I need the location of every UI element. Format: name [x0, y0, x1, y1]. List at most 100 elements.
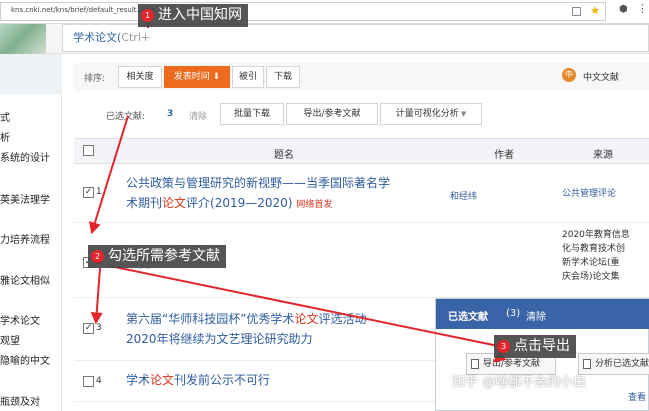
title-part: 第六届“华师科技园杯”优秀学术 — [126, 312, 295, 326]
source-link[interactable]: 2020年教育信息 化与教育技术创 新学术论坛(重 庆会场)论文集 — [562, 228, 648, 284]
reader-icon[interactable] — [572, 7, 581, 16]
title-part: 刊发前公示不可行 — [174, 373, 271, 387]
title-keyword: 论文 — [294, 312, 319, 326]
sidebar-item[interactable]: 析 — [0, 129, 10, 144]
extension-icon[interactable]: ⬢ — [619, 4, 628, 15]
source-line: 2020年教育信息 — [562, 230, 630, 240]
document-icon — [583, 359, 591, 369]
select-all-checkbox[interactable] — [83, 145, 94, 156]
sidebar-item[interactable]: 力培养流程 — [0, 231, 50, 246]
sidebar-item[interactable]: 式 — [0, 109, 10, 124]
header-photo — [0, 24, 46, 54]
url-field[interactable]: kns.cnki.net/kns/brief/default_result.as… — [0, 2, 606, 21]
popup-analyze-label: 分析已选文献 — [595, 359, 649, 369]
visual-analysis-label: 计量可视化分析 — [395, 109, 459, 119]
title-part: 评介(2019—2020) — [186, 196, 293, 210]
language-icon[interactable]: 中 — [562, 68, 576, 82]
callout-step-2: 2 勾选所需参考文献 — [88, 245, 226, 268]
sidebar-item[interactable]: 雅论文相似 — [0, 272, 50, 287]
callout-text: 点击导出 — [514, 338, 570, 354]
column-header-author[interactable]: 作者 — [494, 146, 514, 161]
popup-header: 已选文献 (3) 清除 — [436, 299, 649, 329]
callout-step-1: 1 进入中国知网 — [138, 4, 248, 27]
table-header: 题名 作者 来源 — [74, 138, 649, 164]
star-icon[interactable]: ★ — [590, 4, 600, 17]
row-number: 3 — [96, 323, 102, 333]
selected-label: 已选文献: — [106, 112, 146, 122]
watermark: 知乎 @啥都不会的小白 — [452, 375, 587, 390]
more-icon[interactable]: ⋮ — [637, 2, 648, 15]
sidebar-item[interactable]: 英美法理学 — [0, 191, 50, 206]
search-query-suffix: Ctrl+ — [121, 31, 151, 44]
row-checkbox[interactable]: ✓ — [83, 323, 94, 334]
popup-export-label: 导出/参考文献 — [483, 359, 541, 369]
title-line: 学术论文刊发前公示不可行 — [126, 370, 446, 390]
sidebar-item[interactable]: 学术论文 — [0, 312, 40, 327]
sidebar-item[interactable]: 隐喻的中文 — [0, 352, 50, 367]
row-checkbox[interactable]: ✓ — [83, 187, 94, 198]
selection-toolbar: 已选文献: 3 清除 批量下载 导出/参考文献 计量可视化分析 ▼ — [74, 101, 649, 127]
result-title-link[interactable]: 第六届“华师科技园杯”优秀学术论文评选活动 2020年将继续为文艺理论研究助力 — [126, 309, 446, 349]
source-line: 化与教育技术创 — [562, 244, 626, 254]
selected-count: 3 — [167, 109, 174, 119]
row-number: 1 — [96, 187, 102, 197]
search-query: 学术论文( — [73, 31, 122, 44]
title-part: 术期刊 — [126, 196, 163, 210]
source-link[interactable]: 公共管理评论 — [562, 187, 648, 201]
chevron-down-icon: ▼ — [458, 110, 467, 118]
visual-analysis-button[interactable]: 计量可视化分析 ▼ — [380, 103, 482, 125]
callout-text: 勾选所需参考文献 — [108, 248, 220, 264]
language-filter[interactable]: 中文文献 — [583, 70, 619, 83]
title-line: 公共政策与管理研究的新视野——当季国际著名学 — [126, 173, 446, 193]
callout-number: 3 — [497, 340, 510, 353]
callout-text: 进入中国知网 — [158, 7, 242, 23]
title-part: 学术 — [126, 373, 151, 387]
author-link[interactable]: 和经纬 — [450, 189, 477, 202]
row-checkbox[interactable] — [83, 376, 94, 387]
title-part: 评选活动 — [318, 312, 367, 326]
sort-cited-button[interactable]: 被引 — [232, 66, 264, 88]
batch-download-button[interactable]: 批量下载 — [220, 103, 284, 125]
sort-date-button[interactable]: 发表时间 ⬇ — [164, 66, 230, 88]
export-reference-button[interactable]: 导出/参考文献 — [286, 103, 378, 125]
sidebar-item[interactable]: 瓶颈及对 — [0, 393, 40, 408]
url-text: kns.cnki.net/kns/brief/default_result.as… — [11, 6, 156, 14]
sidebar-item[interactable]: 观望 — [0, 332, 20, 347]
left-sidebar: 式 析 系统的设计 英美法理学 力培养流程 雅论文相似 学术论文 观望 隐喻的中… — [0, 54, 62, 411]
online-first-tag: 网络首发 — [296, 200, 333, 210]
table-row: ✓ 1 公共政策与管理研究的新视野——当季国际著名学 术期刊论文评介(2019—… — [74, 165, 649, 223]
browser-toolbar: kns.cnki.net/kns/brief/default_result.as… — [0, 0, 649, 24]
popup-clear-link[interactable]: 清除 — [526, 308, 546, 323]
sort-bar: 排序: 相关度 发表时间 ⬇ 被引 下载 中 中文文献 — [74, 63, 649, 91]
callout-number: 2 — [91, 250, 104, 263]
sort-download-button[interactable]: 下载 — [266, 66, 300, 88]
search-box-text: 学术论文(Ctrl+ — [73, 29, 150, 45]
callout-step-3: 3 点击导出 — [494, 335, 576, 358]
sort-label: 排序: — [84, 74, 106, 84]
title-line: 术期刊论文评介(2019—2020) 网络首发 — [126, 193, 446, 215]
title-keyword: 论文 — [150, 373, 175, 387]
result-title-link[interactable]: 公共政策与管理研究的新视野——当季国际著名学 术期刊论文评介(2019—2020… — [126, 173, 446, 215]
column-header-title[interactable]: 题名 — [274, 146, 294, 161]
clear-selection-link[interactable]: 清除 — [189, 109, 207, 122]
popup-count: (3) — [506, 308, 521, 319]
popup-analyze-button[interactable]: 分析已选文献 — [578, 353, 649, 375]
search-input[interactable]: 学术论文(Ctrl+ — [62, 24, 649, 52]
sidebar-item[interactable]: 系统的设计 — [0, 149, 50, 164]
callout-number: 1 — [141, 9, 154, 22]
source-line: 庆会场)论文集 — [562, 272, 620, 282]
source-line: 新学术论坛(重 — [562, 258, 620, 268]
sidebar-header — [0, 54, 62, 94]
result-title-link[interactable]: 学术论文刊发前公示不可行 — [126, 370, 446, 390]
sort-relevance-button[interactable]: 相关度 — [118, 66, 162, 88]
title-line: 2020年将继续为文艺理论研究助力 — [126, 332, 313, 346]
sort-date-label: 发表时间 — [173, 72, 210, 82]
title-keyword: 论文 — [162, 196, 187, 210]
row-number: 4 — [96, 376, 102, 386]
page-header: 学术论文(Ctrl+ — [0, 24, 649, 54]
sort-desc-icon: ⬇ — [209, 72, 221, 82]
title-part: 公共政策与管理研究的新视野——当季国际著名学 — [126, 176, 391, 190]
popup-view-link[interactable]: 查看 — [628, 390, 646, 403]
title-line: 第六届“华师科技园杯”优秀学术论文评选活动 — [126, 309, 446, 329]
column-header-source[interactable]: 来源 — [593, 146, 613, 161]
